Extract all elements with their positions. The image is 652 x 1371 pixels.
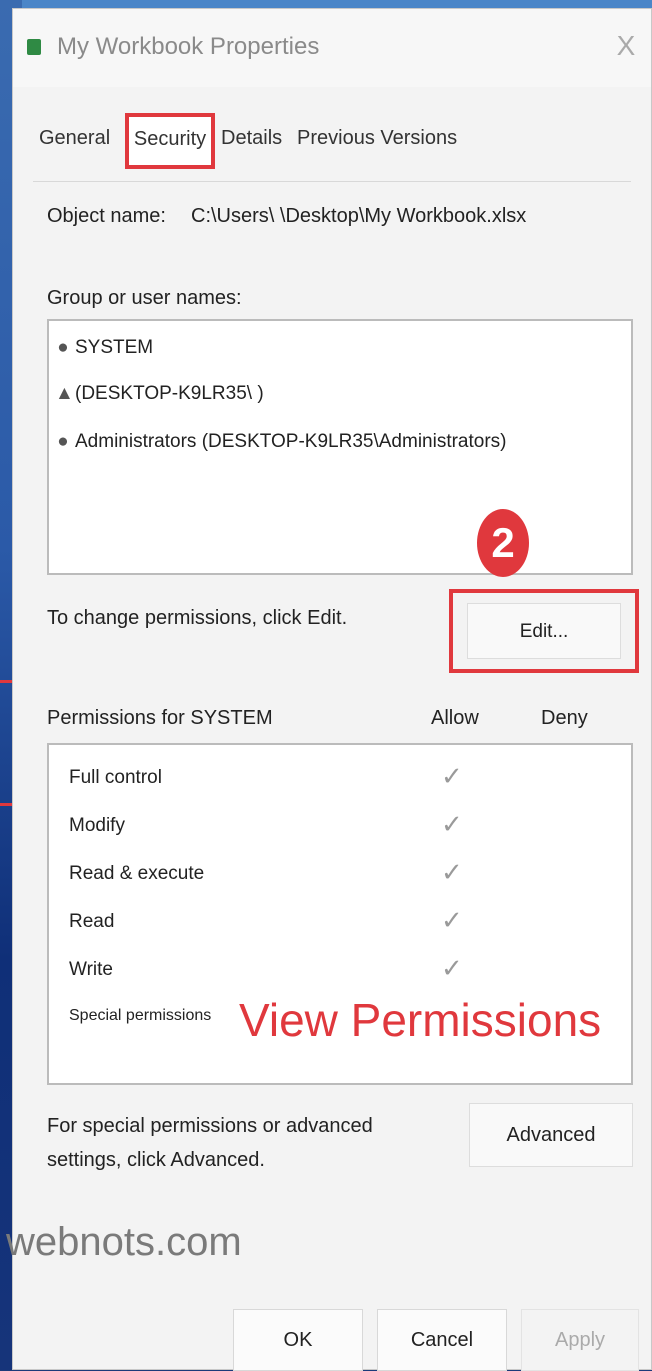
tab-details[interactable]: Details (221, 127, 282, 150)
user-item-administrators[interactable]: ● Administrators (DESKTOP-K9LR35\Administ… (55, 431, 507, 453)
close-button[interactable]: X (609, 29, 643, 63)
users-group-icon: ● (57, 431, 69, 452)
user-item-system[interactable]: ● SYSTEM (55, 337, 153, 359)
permission-read-execute: Read & execute (69, 863, 205, 884)
change-permissions-label: To change permissions, click Edit. (47, 607, 348, 629)
advanced-button[interactable]: Advanced (469, 1103, 633, 1167)
tab-previous-versions[interactable]: Previous Versions (297, 127, 457, 150)
ok-button[interactable]: OK (233, 1309, 363, 1371)
permission-modify: Modify (69, 815, 125, 836)
tab-divider (33, 181, 631, 182)
properties-dialog: My Workbook Properties X General Securit… (12, 8, 652, 1371)
user-item-label: SYSTEM (75, 337, 154, 358)
user-list[interactable]: ● SYSTEM ▲(DESKTOP-K9LR35\ ) ● Administrat… (47, 319, 633, 575)
permission-special: Special permissions (69, 1007, 212, 1024)
group-user-names-label: Group or user names: (47, 287, 242, 309)
user-item-label: Administrators (DESKTOP-K9LR35\Administr… (75, 431, 507, 452)
user-item-desktop-user[interactable]: ▲(DESKTOP-K9LR35\ ) (55, 383, 264, 405)
tab-general[interactable]: General (39, 127, 110, 150)
check-icon: ✓ (441, 809, 463, 839)
permission-full-control: Full control (69, 767, 162, 788)
user-item-label: (DESKTOP-K9LR35\ ) (75, 383, 264, 404)
cancel-button[interactable]: Cancel (377, 1309, 507, 1371)
tab-security[interactable]: Security (125, 113, 215, 169)
deny-column-header: Deny (541, 707, 588, 729)
apply-button[interactable]: Apply (521, 1309, 639, 1371)
user-icon: ▲ (55, 383, 74, 404)
check-icon: ✓ (441, 953, 463, 983)
annotation-overlay-text: View Permissions (239, 994, 602, 1046)
window-title: My Workbook Properties (57, 33, 320, 60)
object-name-label: Object name: (47, 205, 166, 227)
check-icon: ✓ (441, 857, 463, 887)
step-number-badge: 2 (477, 509, 529, 577)
edit-button[interactable]: Edit... (467, 603, 621, 659)
advanced-settings-label: For special permissions or advanced sett… (47, 1115, 373, 1171)
check-icon: ✓ (441, 905, 463, 935)
excel-file-icon (27, 39, 41, 55)
permission-read: Read (69, 911, 115, 932)
title-bar[interactable]: My Workbook Properties X (13, 9, 651, 87)
permissions-label: Permissions for SYSTEM (47, 707, 273, 729)
permission-write: Write (69, 959, 113, 980)
edit-button-highlight: Edit... (449, 589, 639, 673)
users-group-icon: ● (57, 337, 69, 358)
allow-column-header: Allow (431, 707, 479, 729)
object-name-value: C:\Users\ \Desktop\My Workbook.xlsx (191, 205, 527, 227)
tab-bar: General Security Details Previous Versio… (13, 89, 651, 179)
check-icon: ✓ (441, 761, 463, 791)
watermark: webnots.com (6, 1220, 242, 1264)
